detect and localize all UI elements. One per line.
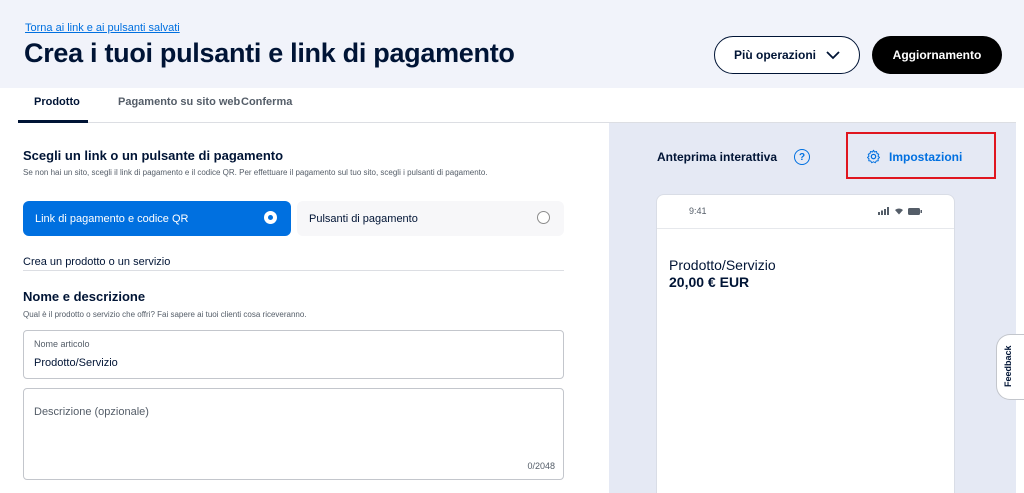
- phone-product-name: Prodotto/Servizio: [669, 257, 776, 273]
- option-payment-buttons[interactable]: Pulsanti di pagamento: [297, 201, 564, 236]
- page-header: Torna ai link e ai pulsanti salvati Crea…: [0, 0, 1024, 88]
- option-payment-buttons-label: Pulsanti di pagamento: [309, 212, 418, 225]
- phone-time: 9:41: [689, 206, 707, 216]
- radio-selected-icon: [264, 211, 277, 224]
- battery-icon: [908, 207, 922, 215]
- page-title: Crea i tuoi pulsanti e link di pagamento: [24, 38, 515, 68]
- more-operations-label: Più operazioni: [733, 48, 816, 62]
- description-field[interactable]: Descrizione (opzionale) 0/2048: [23, 388, 564, 480]
- item-name-field[interactable]: Nome articolo Prodotto/Servizio: [23, 330, 564, 379]
- phone-status-bar: 9:41: [657, 195, 954, 229]
- choose-help-text: Se non hai un sito, scegli il link di pa…: [23, 168, 488, 177]
- name-description-heading: Nome e descrizione: [23, 289, 146, 304]
- settings-button[interactable]: Impostazioni: [866, 149, 962, 164]
- item-name-value: Prodotto/Servizio: [34, 357, 118, 369]
- back-to-saved-link[interactable]: Torna ai link e ai pulsanti salvati: [25, 22, 180, 34]
- option-payment-link-qr-label: Link di pagamento e codice QR: [35, 212, 189, 225]
- feedback-button[interactable]: Feedback: [996, 334, 1024, 400]
- more-operations-button[interactable]: Più operazioni: [714, 36, 860, 74]
- chevron-down-icon: [826, 50, 840, 59]
- phone-status-icons: [878, 207, 922, 215]
- tab-product[interactable]: Prodotto: [34, 96, 80, 108]
- radio-unselected-icon: [537, 211, 550, 224]
- settings-label: Impostazioni: [889, 149, 963, 164]
- tab-bar: Prodotto Pagamento su sito web Conferma: [18, 88, 1016, 123]
- interactive-preview-title: Anteprima interattiva: [657, 150, 778, 164]
- description-placeholder: Descrizione (opzionale): [34, 406, 149, 418]
- section-divider: [23, 270, 564, 271]
- wifi-icon: [895, 208, 903, 215]
- option-payment-link-qr[interactable]: Link di pagamento e codice QR: [23, 201, 291, 236]
- phone-preview: 9:41 Prodotto/Servizio 20,00 € EUR: [656, 194, 955, 493]
- tab-website-payment[interactable]: Pagamento su sito web: [118, 96, 240, 108]
- tab-product-label: Prodotto: [34, 96, 80, 108]
- gear-icon: [867, 149, 880, 164]
- phone-product-price: 20,00 € EUR: [669, 274, 750, 290]
- description-char-counter: 0/2048: [527, 461, 555, 471]
- item-name-label: Nome articolo: [34, 339, 90, 349]
- help-icon[interactable]: ?: [794, 149, 810, 165]
- update-button[interactable]: Aggiornamento: [872, 36, 1002, 74]
- create-product-label: Crea un prodotto o un servizio: [23, 256, 171, 268]
- name-description-help: Qual è il prodotto o servizio che offri?…: [23, 310, 307, 319]
- feedback-label: Feedback: [1003, 345, 1013, 387]
- tab-confirm[interactable]: Conferma: [241, 96, 292, 108]
- choose-heading: Scegli un link o un pulsante di pagament…: [23, 148, 284, 163]
- phone-product-info: Prodotto/Servizio 20,00 € EUR: [669, 257, 776, 291]
- signal-icon: [878, 207, 889, 215]
